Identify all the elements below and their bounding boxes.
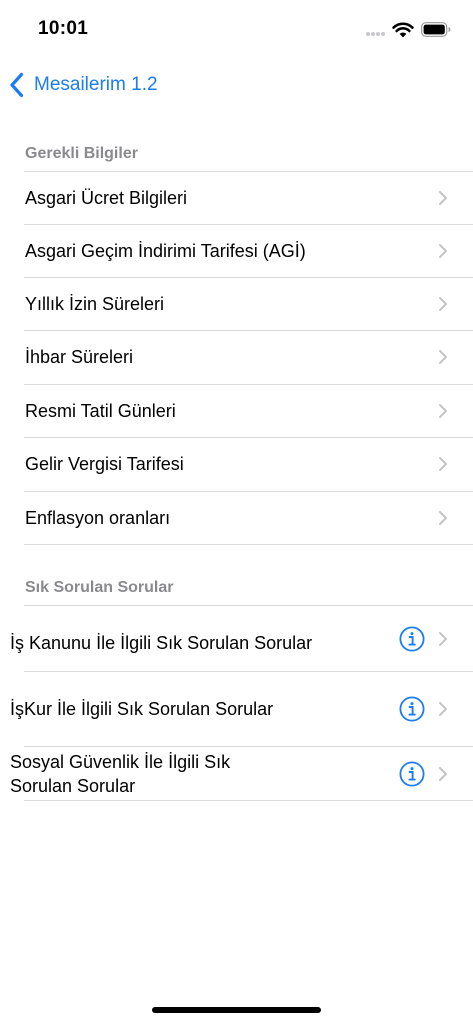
list-item-label: Enflasyon oranları xyxy=(25,508,171,528)
list-item-agi-tariff[interactable]: Asgari Geçim İndirimi Tarifesi (AGİ) xyxy=(0,225,473,277)
chevron-right-icon xyxy=(439,457,447,471)
list-item-label: Gelir Vergisi Tarifesi xyxy=(25,454,184,474)
section-header-required-info: Gerekli Bilgiler xyxy=(25,145,138,162)
info-circle-icon[interactable] xyxy=(399,626,425,652)
list-item-notice-periods[interactable]: İhbar Süreleri xyxy=(0,331,473,384)
chevron-right-icon xyxy=(439,702,447,716)
row-divider xyxy=(24,800,473,801)
cellular-signal-icon xyxy=(366,32,386,37)
list-item-label: İşKur İle İlgili Sık Sorulan Sorular xyxy=(10,699,274,719)
chevron-back-icon xyxy=(10,72,24,98)
list-item-public-holidays[interactable]: Resmi Tatil Günleri xyxy=(0,385,473,437)
screen: 10:01 Mesailerim 1.2 Gerekli Bilgiler As… xyxy=(0,0,473,1024)
chevron-right-icon xyxy=(439,350,447,364)
chevron-right-icon xyxy=(439,767,447,781)
back-button-label: Mesailerim 1.2 xyxy=(34,74,158,95)
list-item-label: Resmi Tatil Günleri xyxy=(25,401,176,421)
list-item-label: Asgari Geçim İndirimi Tarifesi (AGİ) xyxy=(25,241,306,261)
status-bar: 10:01 xyxy=(0,0,473,60)
list-item-label: İhbar Süreleri xyxy=(25,347,134,367)
chevron-right-icon xyxy=(439,244,447,258)
list-item-label-line2: Sorulan Sorular xyxy=(10,776,136,796)
chevron-right-icon xyxy=(439,191,447,205)
info-circle-icon[interactable] xyxy=(399,696,425,722)
info-circle-icon[interactable] xyxy=(399,761,425,787)
list-item-label: Yıllık İzin Süreleri xyxy=(25,294,165,314)
list-item-iskur-faq[interactable]: İşKur İle İlgili Sık Sorulan Sorular xyxy=(0,672,473,746)
chevron-right-icon xyxy=(439,632,447,646)
list-item-income-tax[interactable]: Gelir Vergisi Tarifesi xyxy=(0,438,473,491)
section-header-faq: Sık Sorulan Sorular xyxy=(25,579,174,596)
list-item-social-security-faq[interactable]: Sosyal Güvenlik İle İlgili Sık Sorulan S… xyxy=(0,747,473,800)
list-item-minimum-wage[interactable]: Asgari Ücret Bilgileri xyxy=(0,172,473,224)
list-item-labor-law-faq[interactable]: İş Kanunu İle İlgili Sık Sorulan Sorular xyxy=(0,606,473,671)
list-item-annual-leave[interactable]: Yıllık İzin Süreleri xyxy=(0,278,473,330)
row-divider xyxy=(24,544,473,545)
battery-icon xyxy=(421,22,451,37)
list-item-label-line1: Sosyal Güvenlik İle İlgili Sık xyxy=(10,752,231,772)
list-item-label: Asgari Ücret Bilgileri xyxy=(25,188,188,208)
home-indicator[interactable] xyxy=(152,1007,321,1013)
chevron-right-icon xyxy=(439,297,447,311)
chevron-right-icon xyxy=(439,511,447,525)
status-time: 10:01 xyxy=(38,18,89,39)
list-item-label: İş Kanunu İle İlgili Sık Sorulan Sorular xyxy=(10,633,313,653)
back-button[interactable]: Mesailerim 1.2 xyxy=(8,70,158,100)
wifi-icon xyxy=(392,22,414,38)
list-item-inflation-rates[interactable]: Enflasyon oranları xyxy=(0,492,473,544)
chevron-right-icon xyxy=(439,404,447,418)
